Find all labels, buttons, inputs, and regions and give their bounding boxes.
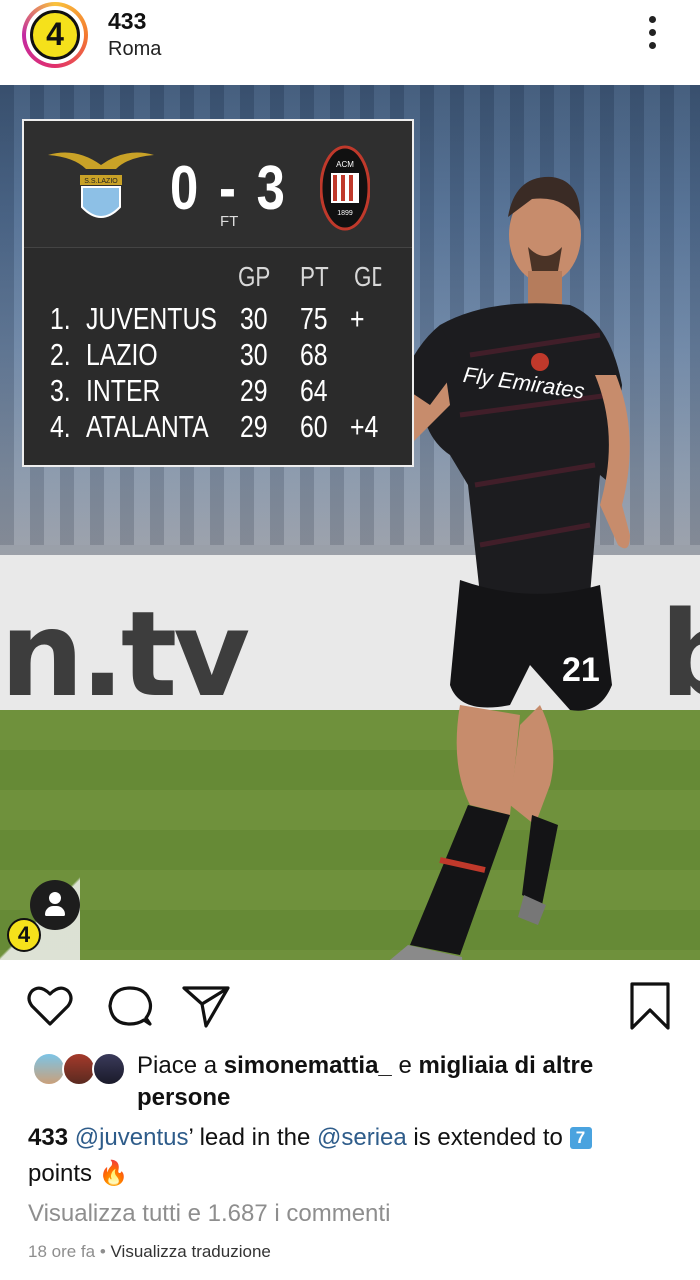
post-header: 4 433 Roma: [0, 0, 700, 84]
score-header: S.S.LAZIO 0 - 3 FT ACM 1899: [24, 121, 412, 248]
meta-separator: •: [95, 1242, 111, 1261]
standings-row: 4. ATALANTA 29 60 +4: [50, 409, 379, 444]
likes-summary[interactable]: Piace a simonemattia_ e migliaia di altr…: [28, 1046, 688, 1116]
svg-text:S.S.LAZIO: S.S.LAZIO: [84, 178, 118, 185]
column-gp: GP: [238, 261, 271, 292]
post-meta: 18 ore fa • Visualizza traduzione: [28, 1242, 271, 1262]
caption-text: ’ lead in the: [188, 1124, 318, 1151]
liker-avatar: [32, 1052, 66, 1086]
post-actions: [0, 962, 700, 1042]
standings-row: 2. LAZIO 30 68: [50, 337, 328, 372]
heart-icon[interactable]: [24, 980, 76, 1032]
mention-juventus[interactable]: @juventus: [75, 1124, 189, 1151]
comment-icon[interactable]: [104, 980, 156, 1032]
translate-link[interactable]: Visualizza traduzione: [111, 1242, 271, 1261]
liker-avatar: [62, 1052, 96, 1086]
standings-row: 1. JUVENTUS 30 75 +: [50, 301, 365, 336]
fire-emoji: 🔥: [98, 1160, 129, 1187]
board-text-right: b: [660, 585, 700, 723]
caption-account[interactable]: 433: [28, 1124, 68, 1151]
scoreboard-graphic: S.S.LAZIO 0 - 3 FT ACM 1899 GP PT GD 1. …: [22, 119, 414, 467]
standings-row: 3. INTER 29 64: [50, 373, 328, 408]
svg-text:1899: 1899: [337, 210, 353, 217]
likes-text: Piace a simonemattia_ e migliaia di altr…: [137, 1050, 657, 1114]
column-pt: PT: [300, 261, 329, 292]
post-caption: 433 @juventus’ lead in the @seriea is ex…: [28, 1120, 678, 1192]
lazio-crest-icon: S.S.LAZIO: [48, 152, 154, 218]
post-location[interactable]: Roma: [108, 38, 161, 61]
likes-conjunction: e: [391, 1052, 419, 1079]
more-options-icon[interactable]: [644, 16, 660, 52]
liker-username[interactable]: simonemattia_: [224, 1052, 392, 1079]
column-gd: GD: [354, 261, 381, 292]
liker-avatars: [32, 1052, 128, 1086]
bookmark-icon[interactable]: [624, 980, 676, 1032]
caption-text: points: [28, 1160, 99, 1187]
view-all-comments-link[interactable]: Visualizza tutti e 1.687 i commenti: [28, 1200, 390, 1228]
keycap-emoji: 7: [569, 1127, 592, 1149]
share-icon[interactable]: [180, 980, 232, 1032]
post-time: 18 ore fa: [28, 1242, 96, 1261]
mention-seriea[interactable]: @seriea: [317, 1124, 407, 1151]
avatar-logo: 4: [30, 10, 80, 60]
likes-prefix: Piace a: [137, 1052, 224, 1079]
person-icon: [49, 892, 61, 904]
watermark-logo: 4: [7, 918, 41, 952]
match-status: FT: [220, 213, 239, 230]
account-avatar[interactable]: 4: [22, 2, 88, 68]
avatar-inner: 4: [26, 6, 84, 64]
svg-text:ACM: ACM: [336, 160, 354, 169]
post-image[interactable]: n.tv b Fly Emirates 21: [0, 85, 700, 960]
caption-text: is extended to: [406, 1124, 570, 1151]
jersey-number: 21: [562, 651, 600, 689]
user-tags-button[interactable]: [30, 880, 80, 930]
liker-avatar: [92, 1052, 126, 1086]
account-name[interactable]: 433: [108, 8, 146, 35]
board-text: n.tv: [0, 585, 250, 723]
milan-crest-icon: ACM 1899: [320, 145, 370, 231]
